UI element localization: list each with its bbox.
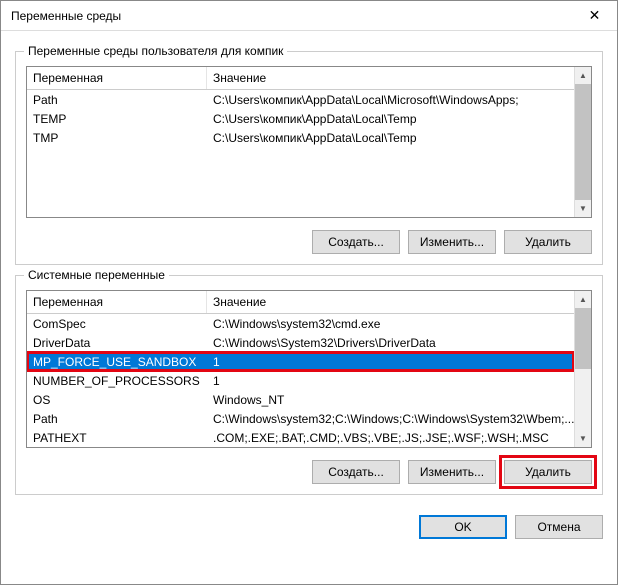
- scroll-up-arrow-icon[interactable]: ▲: [575, 291, 591, 308]
- column-header-value[interactable]: Значение: [207, 67, 591, 89]
- delete-button[interactable]: Удалить: [504, 460, 592, 484]
- cell-value: .COM;.EXE;.BAT;.CMD;.VBS;.VBE;.JS;.JSE;.…: [207, 429, 574, 447]
- edit-button[interactable]: Изменить...: [408, 460, 496, 484]
- cell-variable: OS: [27, 391, 207, 409]
- cell-variable: Path: [27, 91, 207, 109]
- cell-variable: NUMBER_OF_PROCESSORS: [27, 372, 207, 390]
- close-button[interactable]: ✕: [572, 1, 617, 31]
- new-button[interactable]: Создать...: [312, 460, 400, 484]
- scroll-up-arrow-icon[interactable]: ▲: [575, 67, 591, 84]
- scrollbar-vertical[interactable]: ▲ ▼: [574, 67, 591, 217]
- table-row[interactable]: NUMBER_OF_PROCESSORS 1: [27, 371, 574, 390]
- cell-variable: PATHEXT: [27, 429, 207, 447]
- dialog-footer: OK Отмена: [1, 503, 617, 551]
- table-row-selected[interactable]: MP_FORCE_USE_SANDBOX 1: [27, 352, 574, 371]
- edit-button[interactable]: Изменить...: [408, 230, 496, 254]
- table-row[interactable]: PATHEXT .COM;.EXE;.BAT;.CMD;.VBS;.VBE;.J…: [27, 428, 574, 447]
- scroll-track[interactable]: [575, 308, 591, 430]
- user-buttons-row: Создать... Изменить... Удалить: [26, 230, 592, 254]
- table-row[interactable]: OS Windows_NT: [27, 390, 574, 409]
- column-header-value[interactable]: Значение: [207, 291, 591, 313]
- cell-variable: Path: [27, 410, 207, 428]
- scroll-thumb[interactable]: [575, 84, 591, 200]
- cell-value: C:\Users\компик\AppData\Local\Temp: [207, 129, 574, 147]
- cell-value: C:\Windows\system32\cmd.exe: [207, 315, 574, 333]
- system-variables-legend: Системные переменные: [24, 268, 169, 282]
- cell-variable: DriverData: [27, 334, 207, 352]
- scroll-down-arrow-icon[interactable]: ▼: [575, 430, 591, 447]
- scroll-track[interactable]: [575, 84, 591, 200]
- system-variables-groupbox: Системные переменные Переменная Значение…: [15, 275, 603, 495]
- delete-button[interactable]: Удалить: [504, 230, 592, 254]
- cell-variable: ComSpec: [27, 315, 207, 333]
- table-header: Переменная Значение: [27, 291, 591, 314]
- cell-value: C:\Windows\system32;C:\Windows;C:\Window…: [207, 410, 574, 428]
- table-header: Переменная Значение: [27, 67, 591, 90]
- user-variables-table[interactable]: Переменная Значение Path C:\Users\компик…: [26, 66, 592, 218]
- table-row[interactable]: TMP C:\Users\компик\AppData\Local\Temp: [27, 128, 574, 147]
- cell-variable: TMP: [27, 129, 207, 147]
- table-row[interactable]: Path C:\Windows\system32;C:\Windows;C:\W…: [27, 409, 574, 428]
- user-variables-groupbox: Переменные среды пользователя для компик…: [15, 51, 603, 265]
- user-variables-legend: Переменные среды пользователя для компик: [24, 44, 287, 58]
- system-variables-table[interactable]: Переменная Значение ComSpec C:\Windows\s…: [26, 290, 592, 448]
- system-table-body: ComSpec C:\Windows\system32\cmd.exe Driv…: [27, 314, 591, 447]
- cell-value: C:\Windows\System32\Drivers\DriverData: [207, 334, 574, 352]
- system-buttons-row: Создать... Изменить... Удалить: [26, 460, 592, 484]
- column-header-variable[interactable]: Переменная: [27, 291, 207, 313]
- close-icon: ✕: [589, 7, 601, 24]
- cell-variable: TEMP: [27, 110, 207, 128]
- table-row[interactable]: TEMP C:\Users\компик\AppData\Local\Temp: [27, 109, 574, 128]
- scrollbar-vertical[interactable]: ▲ ▼: [574, 291, 591, 447]
- user-table-body: Path C:\Users\компик\AppData\Local\Micro…: [27, 90, 591, 147]
- cell-value: C:\Users\компик\AppData\Local\Temp: [207, 110, 574, 128]
- new-button[interactable]: Создать...: [312, 230, 400, 254]
- ok-button[interactable]: OK: [419, 515, 507, 539]
- dialog-title: Переменные среды: [11, 9, 121, 23]
- scroll-thumb[interactable]: [575, 308, 591, 369]
- cancel-button[interactable]: Отмена: [515, 515, 603, 539]
- cell-value: 1: [207, 372, 574, 390]
- cell-value: C:\Users\компик\AppData\Local\Microsoft\…: [207, 91, 574, 109]
- column-header-variable[interactable]: Переменная: [27, 67, 207, 89]
- scroll-down-arrow-icon[interactable]: ▼: [575, 200, 591, 217]
- titlebar: Переменные среды ✕: [1, 1, 617, 31]
- cell-value: Windows_NT: [207, 391, 574, 409]
- table-row[interactable]: DriverData C:\Windows\System32\Drivers\D…: [27, 333, 574, 352]
- table-row[interactable]: ComSpec C:\Windows\system32\cmd.exe: [27, 314, 574, 333]
- table-row[interactable]: Path C:\Users\компик\AppData\Local\Micro…: [27, 90, 574, 109]
- cell-variable: MP_FORCE_USE_SANDBOX: [27, 353, 207, 371]
- dialog-content: Переменные среды пользователя для компик…: [1, 31, 617, 503]
- cell-value: 1: [207, 353, 574, 371]
